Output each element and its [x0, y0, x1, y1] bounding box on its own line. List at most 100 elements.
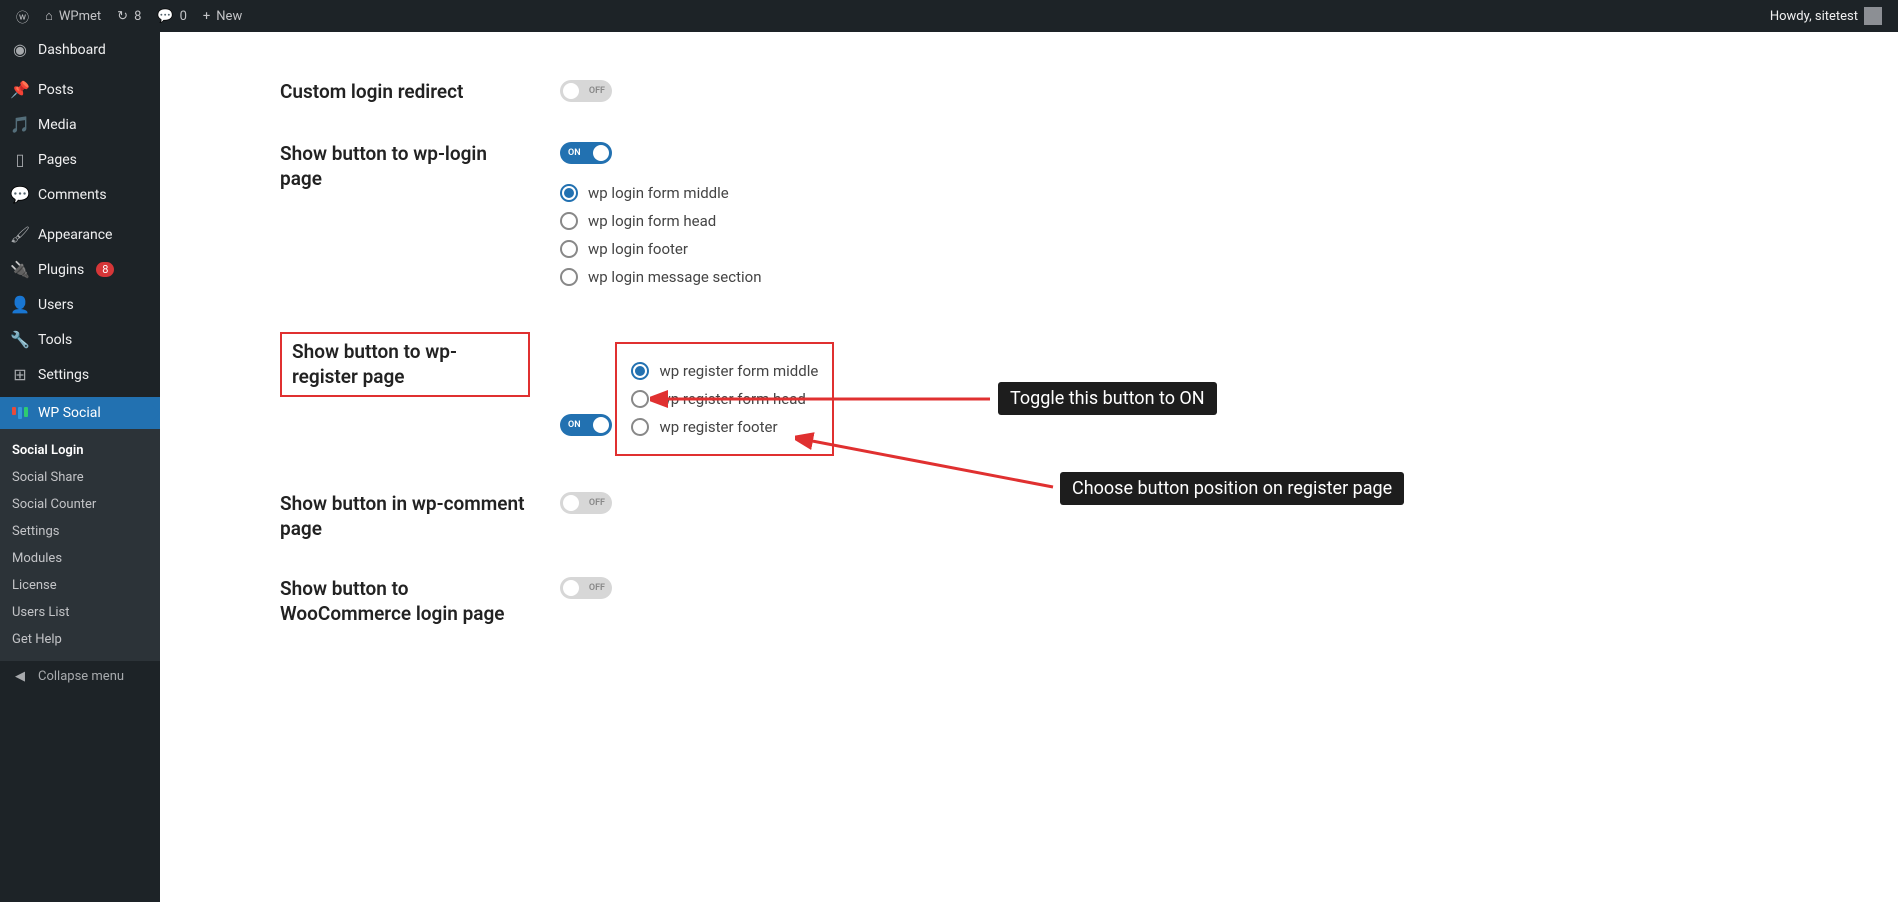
- collapse-menu[interactable]: ◀ Collapse menu: [0, 661, 160, 692]
- radio-wp-login-message[interactable]: wp login message section: [560, 268, 1898, 286]
- menu-plugins[interactable]: 🔌Plugins8: [0, 252, 160, 287]
- radio-circle-icon: [631, 390, 649, 408]
- menu-label: Tools: [38, 332, 72, 348]
- updates-link[interactable]: ↻8: [109, 0, 149, 32]
- submenu-modules[interactable]: Modules: [0, 545, 160, 572]
- wordpress-icon: ⓦ: [16, 7, 29, 26]
- menu-label: Settings: [38, 367, 89, 383]
- submenu-social-login[interactable]: Social Login: [0, 437, 160, 464]
- toggle-knob: [563, 580, 579, 596]
- dashboard-icon: ◉: [10, 40, 30, 59]
- admin-bar-account[interactable]: Howdy, sitetest: [1762, 7, 1890, 25]
- new-link[interactable]: + New: [195, 0, 250, 32]
- wp-logo[interactable]: ⓦ: [8, 0, 37, 32]
- toggle-wp-register[interactable]: ON: [560, 414, 612, 436]
- submenu-social-share[interactable]: Social Share: [0, 464, 160, 491]
- comments-link[interactable]: 💬0: [149, 0, 195, 32]
- setting-woocommerce: Show button to WooCommerce login page OF…: [160, 559, 1898, 644]
- sliders-icon: ⊞: [10, 365, 30, 384]
- menu-dashboard[interactable]: ◉ Dashboard: [0, 32, 160, 67]
- radio-wp-login-footer[interactable]: wp login footer: [560, 240, 1898, 258]
- menu-comments[interactable]: 💬 Comments: [0, 177, 160, 212]
- radio-label: wp register form middle: [659, 362, 818, 380]
- submenu-settings[interactable]: Settings: [0, 518, 160, 545]
- collapse-label: Collapse menu: [38, 669, 124, 684]
- wpsocial-icon: [10, 407, 30, 419]
- radio-circle-icon: [631, 418, 649, 436]
- radio-wp-login-head[interactable]: wp login form head: [560, 212, 1898, 230]
- comment-icon: 💬: [157, 9, 173, 24]
- menu-users[interactable]: 👤Users: [0, 287, 160, 322]
- radio-circle-icon: [560, 184, 578, 202]
- menu-appearance[interactable]: 🖌 Appearance: [0, 217, 160, 252]
- radio-wp-register-head[interactable]: wp register form head: [631, 390, 818, 408]
- radio-label: wp register form head: [659, 390, 805, 408]
- toggle-knob: [563, 495, 579, 511]
- menu-posts[interactable]: 📌Posts: [0, 72, 160, 107]
- home-icon: ⌂: [45, 8, 53, 24]
- submenu-get-help[interactable]: Get Help: [0, 626, 160, 653]
- user-icon: 👤: [10, 295, 30, 314]
- toggle-off-text: OFF: [589, 583, 605, 593]
- toggle-wp-login[interactable]: ON: [560, 142, 612, 164]
- menu-label: Appearance: [38, 227, 112, 243]
- menu-label: Plugins: [38, 262, 84, 278]
- refresh-icon: ↻: [117, 9, 128, 24]
- brush-icon: 🖌: [10, 225, 30, 244]
- media-icon: 🎵: [10, 115, 30, 134]
- menu-settings[interactable]: ⊞ Settings: [0, 357, 160, 392]
- menu-tools[interactable]: 🔧Tools: [0, 322, 160, 357]
- menu-label: Media: [38, 117, 77, 133]
- menu-pages[interactable]: ▯ Pages: [0, 142, 160, 177]
- site-name-text: WPmet: [59, 9, 101, 24]
- admin-bar: ⓦ ⌂WPmet ↻8 💬0 +New Howdy, sitetest: [0, 0, 1898, 32]
- site-name-link[interactable]: ⌂ WPmet: [37, 0, 109, 32]
- toggle-custom-login-redirect[interactable]: OFF: [560, 80, 612, 102]
- comment-icon: 💬: [10, 185, 30, 204]
- radio-label: wp register footer: [659, 418, 777, 436]
- menu-label: Dashboard: [38, 42, 106, 58]
- settings-content: Custom login redirect OFF Show button to…: [160, 32, 1898, 902]
- radio-list-wp-login: wp login form middle wp login form head …: [560, 184, 1898, 286]
- radio-list-wp-register: wp register form middle wp register form…: [615, 342, 834, 456]
- avatar: [1864, 7, 1882, 25]
- toggle-wp-comment[interactable]: OFF: [560, 492, 612, 514]
- menu-label: Pages: [38, 152, 77, 168]
- radio-label: wp login form middle: [588, 184, 729, 202]
- menu-label: WP Social: [38, 405, 101, 421]
- radio-label: wp login message section: [588, 268, 761, 286]
- admin-sidebar: ◉ Dashboard 📌Posts 🎵 Media ▯ Pages 💬 Comment…: [0, 32, 160, 902]
- radio-circle-icon: [560, 268, 578, 286]
- setting-label: Show button in wp-comment page: [280, 492, 560, 541]
- toggle-off-text: OFF: [589, 498, 605, 508]
- radio-wp-register-middle[interactable]: wp register form middle: [631, 362, 818, 380]
- admin-bar-left: ⓦ ⌂WPmet ↻8 💬0 +New: [8, 0, 250, 32]
- submenu-users-list[interactable]: Users List: [0, 599, 160, 626]
- plugins-badge: 8: [96, 262, 114, 277]
- toggle-knob: [593, 417, 609, 433]
- menu-wp-social[interactable]: WP Social: [0, 397, 160, 429]
- setting-label: Show button to WooCommerce login page: [280, 577, 560, 626]
- toggle-knob: [563, 83, 579, 99]
- toggle-woocommerce[interactable]: OFF: [560, 577, 612, 599]
- radio-wp-register-footer[interactable]: wp register footer: [631, 418, 818, 436]
- annotation-choose-pos: Choose button position on register page: [1060, 472, 1404, 505]
- radio-wp-login-middle[interactable]: wp login form middle: [560, 184, 1898, 202]
- plus-icon: +: [203, 9, 210, 24]
- radio-circle-icon: [631, 362, 649, 380]
- submenu-license[interactable]: License: [0, 572, 160, 599]
- menu-label: Comments: [38, 187, 107, 203]
- toggle-knob: [593, 145, 609, 161]
- updates-count: 8: [134, 9, 141, 24]
- radio-label: wp login footer: [588, 240, 688, 258]
- setting-label: Show button to wp-login page: [280, 142, 560, 296]
- annotation-toggle-on: Toggle this button to ON: [998, 382, 1217, 415]
- page-icon: ▯: [10, 150, 30, 169]
- radio-label: wp login form head: [588, 212, 716, 230]
- submenu-social-counter[interactable]: Social Counter: [0, 491, 160, 518]
- collapse-icon: ◀: [10, 669, 30, 684]
- menu-media[interactable]: 🎵 Media: [0, 107, 160, 142]
- radio-circle-icon: [560, 240, 578, 258]
- setting-custom-login-redirect: Custom login redirect OFF: [160, 62, 1898, 124]
- new-text: New: [216, 9, 242, 24]
